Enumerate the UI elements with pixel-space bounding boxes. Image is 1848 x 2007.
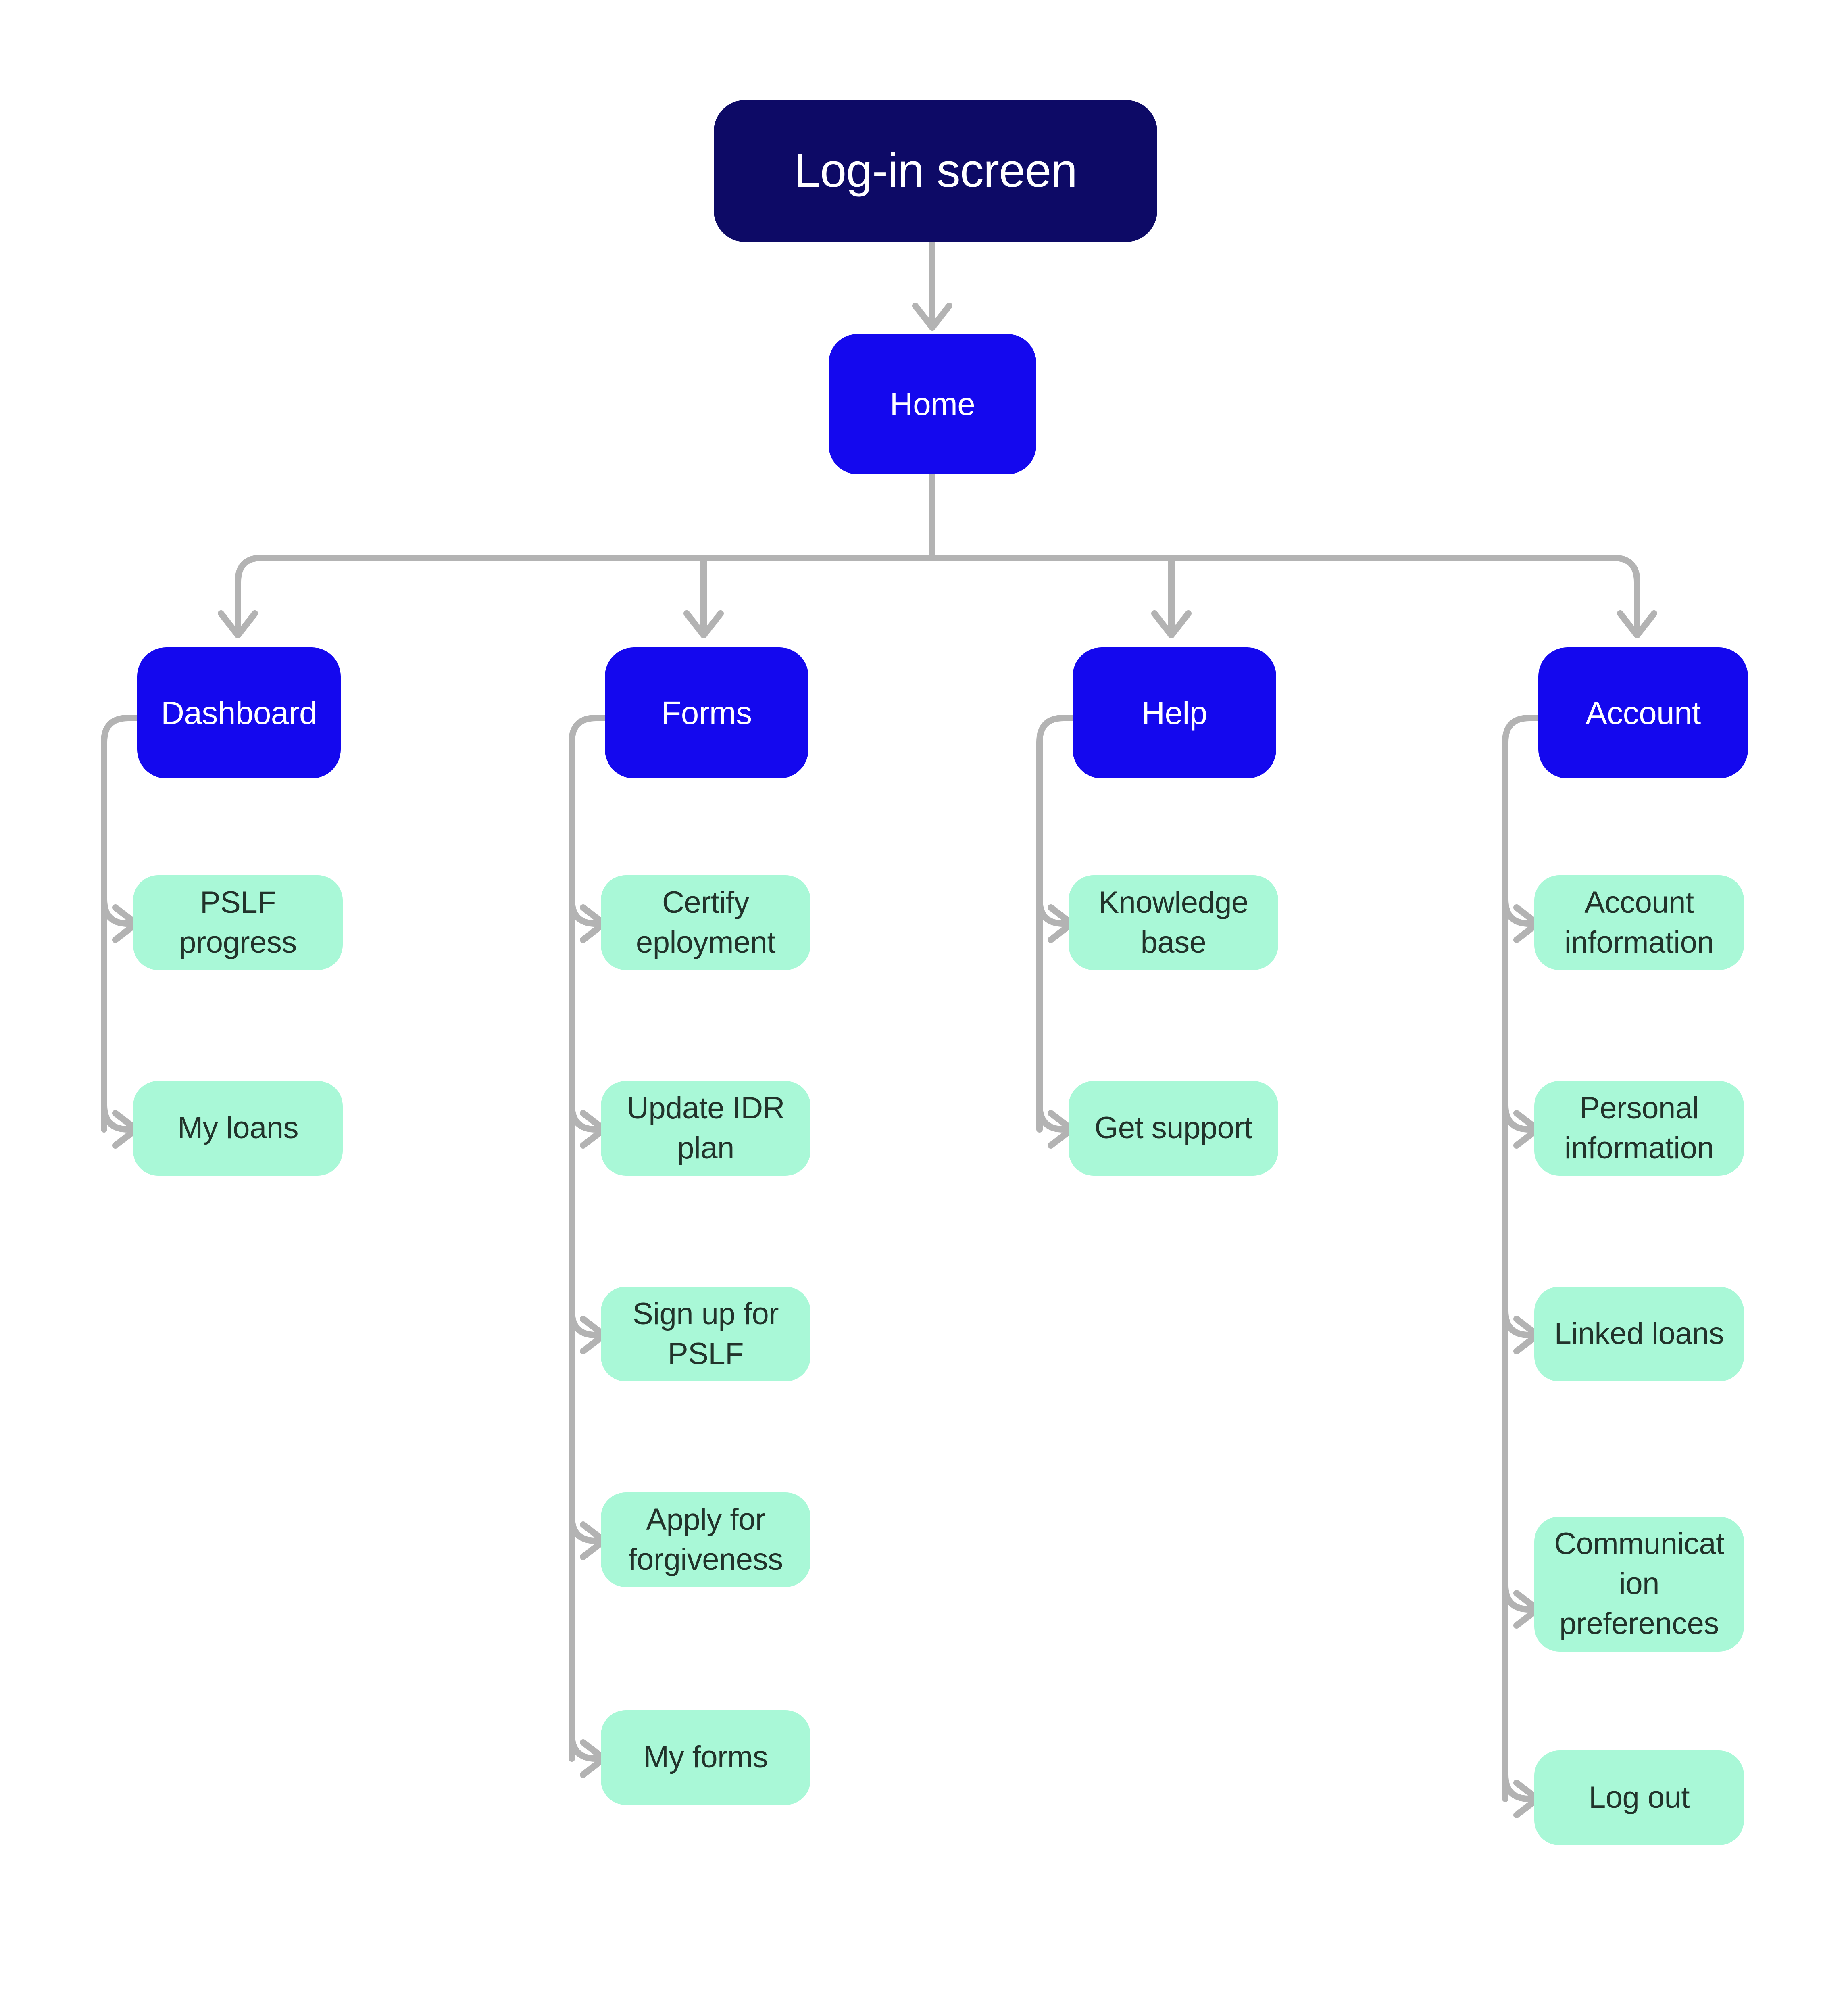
node-linked-loans-label: Linked loans xyxy=(1554,1316,1724,1351)
node-sign-up-for-pslf[interactable]: Sign up for PSLF xyxy=(601,1287,810,1381)
connector-layer xyxy=(101,239,1848,2007)
node-get-support-label: Get support xyxy=(1094,1111,1252,1145)
node-account-information-label: Account information xyxy=(1564,885,1714,960)
node-personal-information[interactable]: Personal information xyxy=(1534,1081,1744,1176)
node-certify-employment[interactable]: Certify eployment xyxy=(601,875,810,970)
node-help[interactable]: Help xyxy=(1073,647,1276,778)
node-update-idr-plan-label: Update IDR plan xyxy=(626,1091,785,1165)
node-account-information[interactable]: Account information xyxy=(1534,875,1744,970)
node-personal-information-label: Personal information xyxy=(1564,1091,1714,1165)
node-get-support[interactable]: Get support xyxy=(1069,1081,1278,1176)
node-forms-label: Forms xyxy=(661,695,752,731)
node-pslf-progress[interactable]: PSLF progress xyxy=(133,875,343,970)
node-account-label: Account xyxy=(1585,695,1701,731)
node-apply-for-forgiveness-label: Apply for forgiveness xyxy=(628,1502,783,1577)
node-knowledge-base-label: Knowledge base xyxy=(1098,885,1248,960)
node-my-forms[interactable]: My forms xyxy=(601,1710,810,1805)
sitemap-diagram: Log-in screen Home Dashboard Forms Help … xyxy=(0,0,1848,2007)
node-dashboard[interactable]: Dashboard xyxy=(137,647,341,778)
node-knowledge-base[interactable]: Knowledge base xyxy=(1069,875,1278,970)
node-communication-preferences[interactable]: Communicat ion preferences xyxy=(1534,1517,1744,1652)
node-my-loans[interactable]: My loans xyxy=(133,1081,343,1176)
node-account[interactable]: Account xyxy=(1538,647,1748,778)
node-pslf-progress-label: PSLF progress xyxy=(179,885,297,960)
node-login-screen[interactable]: Log-in screen xyxy=(714,100,1157,242)
node-help-label: Help xyxy=(1142,695,1207,731)
node-home-label: Home xyxy=(890,386,975,422)
node-home[interactable]: Home xyxy=(829,334,1036,474)
node-log-out[interactable]: Log out xyxy=(1534,1750,1744,1845)
node-communication-preferences-label: Communicat ion preferences xyxy=(1554,1527,1724,1641)
node-linked-loans[interactable]: Linked loans xyxy=(1534,1287,1744,1381)
node-log-out-label: Log out xyxy=(1588,1780,1690,1815)
node-apply-for-forgiveness[interactable]: Apply for forgiveness xyxy=(601,1492,810,1587)
node-login-screen-label: Log-in screen xyxy=(794,144,1077,198)
node-sign-up-for-pslf-label: Sign up for PSLF xyxy=(632,1296,779,1371)
node-update-idr-plan[interactable]: Update IDR plan xyxy=(601,1081,810,1176)
node-forms[interactable]: Forms xyxy=(605,647,808,778)
node-dashboard-label: Dashboard xyxy=(161,695,317,731)
node-my-loans-label: My loans xyxy=(177,1111,299,1145)
node-my-forms-label: My forms xyxy=(643,1740,768,1775)
node-certify-employment-label: Certify eployment xyxy=(635,885,776,960)
